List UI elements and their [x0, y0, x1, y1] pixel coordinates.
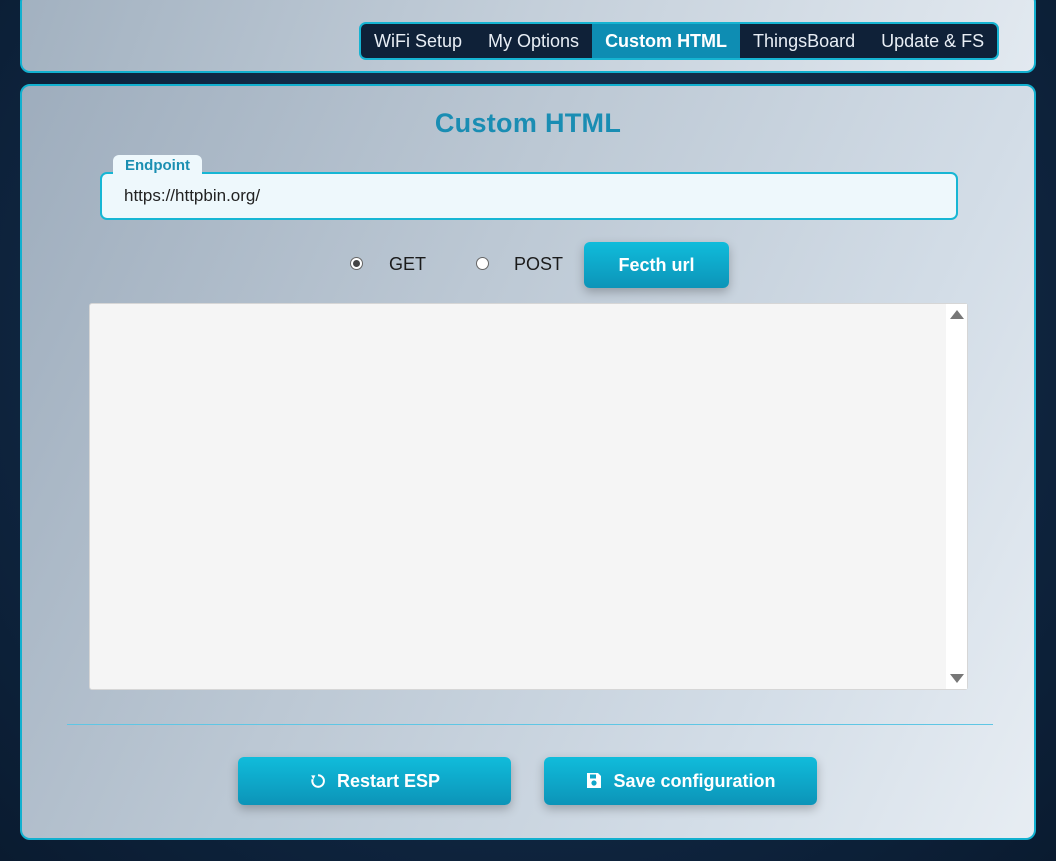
tab-my-options[interactable]: My Options	[475, 24, 592, 58]
tab-wifi-setup[interactable]: WiFi Setup	[361, 24, 475, 58]
response-scrollbar[interactable]	[946, 304, 967, 689]
restart-esp-button[interactable]: Restart ESP	[238, 757, 511, 805]
fetch-url-button[interactable]: Fecth url	[584, 242, 729, 288]
response-textarea[interactable]	[89, 303, 968, 690]
fetch-url-label: Fecth url	[618, 254, 695, 275]
tab-custom-html[interactable]: Custom HTML	[592, 24, 741, 58]
arrow-up-icon[interactable]	[950, 310, 964, 319]
get-radio-label[interactable]: GET	[389, 254, 426, 275]
save-icon	[585, 772, 603, 790]
method-selector: GET POST Fecth url	[22, 240, 1034, 288]
page-title: Custom HTML	[434, 108, 622, 138]
post-radio-label[interactable]: POST	[514, 254, 563, 275]
tab-thingsboard[interactable]: ThingsBoard	[740, 24, 868, 58]
restart-esp-label: Restart ESP	[336, 770, 441, 791]
response-text	[90, 304, 967, 320]
restart-icon	[309, 772, 327, 790]
arrow-down-icon[interactable]	[950, 674, 964, 683]
custom-html-panel: Custom HTML Endpoint GET POST Fecth url …	[20, 84, 1036, 840]
save-configuration-label: Save configuration	[613, 770, 776, 791]
nav-tabs: WiFi Setup My Options Custom HTML Things…	[359, 22, 1000, 60]
save-configuration-button[interactable]: Save configuration	[544, 757, 817, 805]
post-radio[interactable]	[476, 257, 489, 270]
divider	[67, 724, 993, 725]
endpoint-label: Endpoint	[113, 155, 202, 177]
tab-update-fs[interactable]: Update & FS	[868, 24, 997, 58]
endpoint-input[interactable]	[100, 172, 958, 220]
get-radio[interactable]	[350, 257, 363, 270]
endpoint-field-group: Endpoint	[100, 155, 958, 220]
